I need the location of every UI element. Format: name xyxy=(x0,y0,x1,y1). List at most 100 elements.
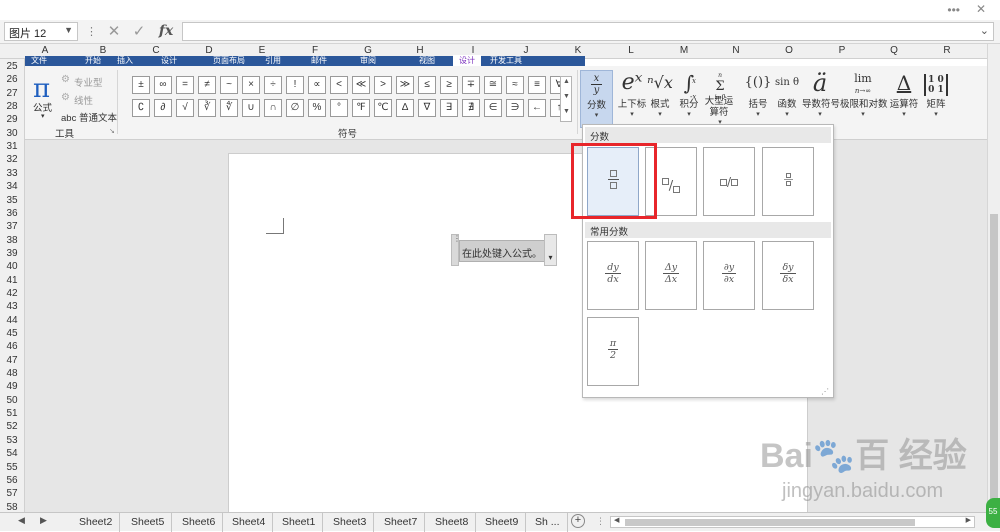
prev-sheet-icon[interactable]: ◀ xyxy=(18,515,25,526)
row-header[interactable]: 30 xyxy=(0,128,24,139)
row-header[interactable]: 25 xyxy=(0,61,24,72)
row-header[interactable]: 58 xyxy=(0,502,24,513)
symbol-button[interactable]: % xyxy=(308,99,326,117)
symbol-button[interactable]: ! xyxy=(286,76,304,94)
sheet-tab[interactable]: Sheet5 xyxy=(124,513,173,532)
professional-format-button[interactable]: 专业型 xyxy=(74,75,103,89)
symbol-button[interactable]: ≅ xyxy=(484,76,502,94)
menu-tab[interactable]: 开始 xyxy=(85,55,101,66)
common-fraction-option[interactable]: Δy Δx xyxy=(645,241,697,310)
common-fraction-option[interactable]: dy dx xyxy=(587,241,639,310)
menu-tab[interactable]: 设计 xyxy=(161,55,177,66)
row-header[interactable]: 29 xyxy=(0,114,24,125)
symbol-button[interactable]: < xyxy=(330,76,348,94)
large-operator-button[interactable]: n Σi=0 大型运算符 ▾ xyxy=(702,70,738,126)
row-header[interactable]: 44 xyxy=(0,315,24,326)
scroll-thumb[interactable] xyxy=(990,214,998,504)
row-header[interactable]: 54 xyxy=(0,448,24,459)
formula-input[interactable]: ⌄ xyxy=(182,22,994,41)
row-header[interactable]: 27 xyxy=(0,88,24,99)
scroll-left-icon[interactable]: ◀ xyxy=(614,516,619,524)
menu-tab[interactable]: 视图 xyxy=(419,55,435,66)
row-header[interactable]: 45 xyxy=(0,328,24,339)
sheet-tab[interactable]: Sheet1 xyxy=(275,513,324,532)
scroll-thumb[interactable] xyxy=(625,519,915,526)
symbol-button[interactable]: ≫ xyxy=(396,76,414,94)
chevron-down-icon[interactable]: ▼ xyxy=(64,25,73,35)
symbol-button[interactable]: ° xyxy=(330,99,348,117)
row-header[interactable]: 39 xyxy=(0,248,24,259)
menu-tab[interactable]: 文件 xyxy=(31,55,47,66)
symbol-button[interactable]: ≥ xyxy=(440,76,458,94)
row-header[interactable]: 26 xyxy=(0,74,24,85)
expand-formula-icon[interactable]: ⌄ xyxy=(980,24,989,37)
sheet-tab[interactable]: Sheet6 xyxy=(175,513,224,532)
symbol-button[interactable]: ≈ xyxy=(506,76,524,94)
row-header[interactable]: 56 xyxy=(0,475,24,486)
symbol-button[interactable]: ÷ xyxy=(264,76,282,94)
resize-grip-icon[interactable]: ⋰ xyxy=(821,387,829,396)
symbol-button[interactable]: × xyxy=(242,76,260,94)
symbol-button[interactable]: ≤ xyxy=(418,76,436,94)
row-header[interactable]: 50 xyxy=(0,395,24,406)
symbol-button[interactable]: √ xyxy=(176,99,194,117)
operator-button[interactable]: Δ 运算符 ▾ xyxy=(887,70,921,118)
symbol-button[interactable]: ∩ xyxy=(264,99,282,117)
symbol-button[interactable]: ← xyxy=(528,99,546,117)
name-box[interactable]: 图片 12 ▼ xyxy=(4,22,78,41)
insert-function-button[interactable]: fx xyxy=(155,22,177,41)
symbol-button[interactable]: ℉ xyxy=(352,99,370,117)
row-header[interactable]: 42 xyxy=(0,288,24,299)
row-header[interactable]: 43 xyxy=(0,301,24,312)
more-symbols-icon[interactable]: ▼ xyxy=(563,108,570,115)
equation-options-dropdown[interactable]: ▾ xyxy=(544,234,557,266)
limit-log-button[interactable]: lim n→∞ 极限和对数 ▾ xyxy=(840,70,888,119)
symbol-button[interactable]: ~ xyxy=(220,76,238,94)
row-header[interactable]: 47 xyxy=(0,355,24,366)
dialog-launcher-icon[interactable]: ↘ xyxy=(109,127,115,135)
common-fraction-option[interactable]: δy δx xyxy=(762,241,814,310)
sheet-tab[interactable]: Sheet4 xyxy=(225,513,274,532)
symbol-button[interactable]: ∃ xyxy=(440,99,458,117)
symbol-button[interactable]: ∂ xyxy=(154,99,172,117)
row-header[interactable]: 48 xyxy=(0,368,24,379)
matrix-button[interactable]: 1 00 1 矩阵 ▾ xyxy=(922,70,950,118)
symbol-button[interactable]: = xyxy=(176,76,194,94)
row-header[interactable]: 32 xyxy=(0,154,24,165)
row-header[interactable]: 36 xyxy=(0,208,24,219)
sheet-tab[interactable]: Sheet8 xyxy=(428,513,477,532)
column-header[interactable]: P xyxy=(832,45,852,56)
symbol-button[interactable]: ∆ xyxy=(396,99,414,117)
symbol-button[interactable]: ∄ xyxy=(462,99,480,117)
fraction-button[interactable]: xy 分数 ▾ xyxy=(580,70,613,128)
horizontal-scrollbar[interactable]: ◀ ▶ xyxy=(610,516,975,528)
common-fraction-option[interactable]: ∂y ∂x xyxy=(703,241,755,310)
radical-button[interactable]: ⁿ√x 根式 ▾ xyxy=(645,70,675,118)
linear-fraction-option[interactable]: / xyxy=(703,147,755,216)
sheet-tab[interactable]: Sheet7 xyxy=(377,513,426,532)
symbol-button[interactable]: ∞ xyxy=(154,76,172,94)
row-header[interactable]: 49 xyxy=(0,381,24,392)
common-fraction-option[interactable]: π2 xyxy=(587,317,639,386)
row-header[interactable]: 37 xyxy=(0,221,24,232)
row-header[interactable]: 55 xyxy=(0,462,24,473)
row-header[interactable]: 51 xyxy=(0,408,24,419)
symbol-button[interactable]: ∅ xyxy=(286,99,304,117)
cancel-icon[interactable]: ✕ xyxy=(103,22,125,41)
column-header[interactable]: R xyxy=(937,45,957,56)
tab-splitter-icon[interactable]: ⋮ xyxy=(596,516,605,527)
symbol-button[interactable]: ± xyxy=(132,76,150,94)
accent-button[interactable]: ä 导数符号 ▾ xyxy=(802,70,840,118)
sheet-tab[interactable]: Sheet2 xyxy=(72,513,121,532)
column-header[interactable]: N xyxy=(726,45,746,56)
enter-check-icon[interactable]: ✓ xyxy=(128,22,150,41)
symbol-button[interactable]: ≠ xyxy=(198,76,216,94)
column-header[interactable]: L xyxy=(621,45,641,56)
row-header[interactable]: 34 xyxy=(0,181,24,192)
symbol-button[interactable]: ∁ xyxy=(132,99,150,117)
row-header[interactable]: 33 xyxy=(0,168,24,179)
symbols-scroll[interactable]: ▲ ▼ ▼ xyxy=(560,76,572,122)
menu-tab[interactable]: 引用 xyxy=(265,55,281,66)
symbol-button[interactable]: ∪ xyxy=(242,99,260,117)
symbol-button[interactable]: ≪ xyxy=(352,76,370,94)
